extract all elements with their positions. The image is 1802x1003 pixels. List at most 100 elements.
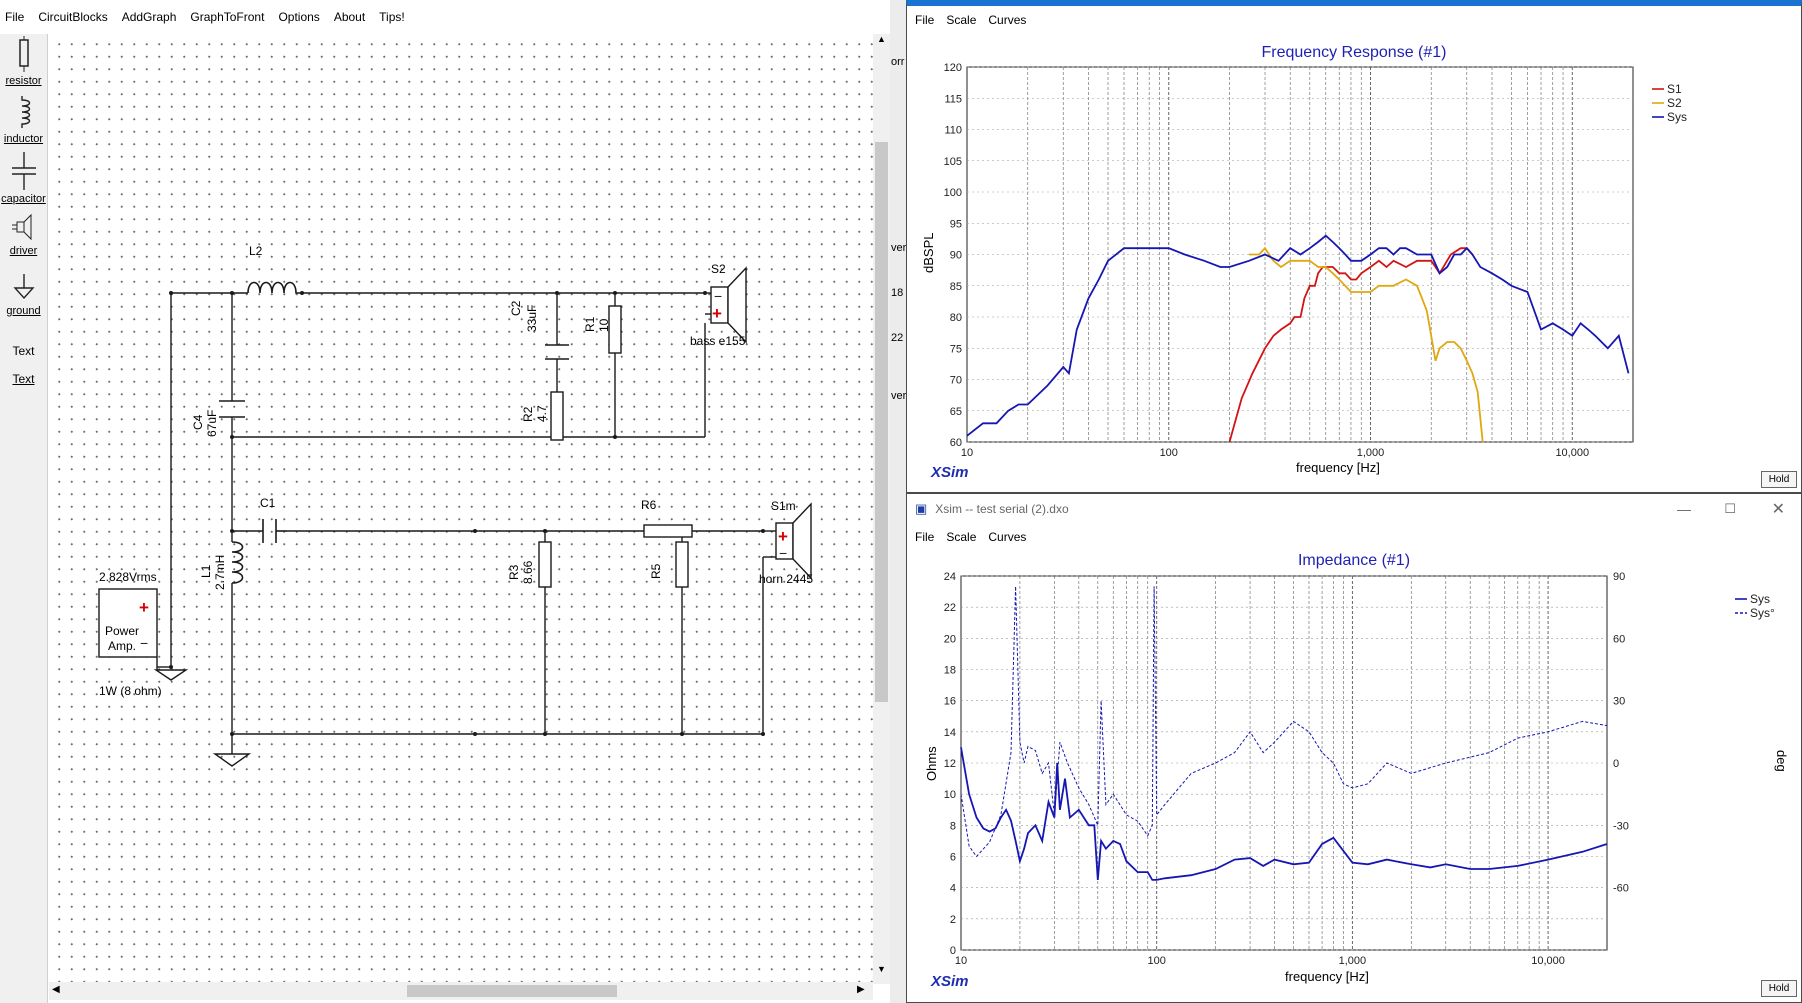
s1m-plus-sign: + bbox=[778, 527, 788, 546]
y-tick-label: 6 bbox=[950, 852, 956, 864]
schematic-wiring: − + + − + − bbox=[98, 266, 812, 767]
label-amp-power: 1W (8 ohm) bbox=[99, 684, 162, 698]
y-tick-label: 80 bbox=[950, 312, 962, 324]
y2-tick-label: 0 bbox=[1613, 758, 1619, 770]
imp-hold-button[interactable]: Hold bbox=[1761, 980, 1797, 997]
menu-addgraph[interactable]: AddGraph bbox=[122, 10, 177, 24]
tool-driver[interactable]: driver bbox=[0, 212, 47, 257]
x-tick-label: 1,000 bbox=[1339, 955, 1367, 967]
y-tick-label: 85 bbox=[950, 281, 962, 293]
resistor-r2[interactable] bbox=[550, 391, 564, 441]
bg-fragment: 22 bbox=[891, 332, 904, 344]
menu-about[interactable]: About bbox=[334, 10, 365, 24]
legend-entry: Sys° bbox=[1750, 606, 1775, 620]
menu-tips[interactable]: Tips! bbox=[379, 10, 405, 24]
ground-icon bbox=[12, 274, 35, 300]
y-tick-label: 120 bbox=[944, 62, 962, 74]
y-tick-label: 24 bbox=[944, 571, 956, 583]
imp-x-axis-label: frequency [Hz] bbox=[1285, 969, 1369, 984]
frequency-response-window[interactable]: File Scale Curves Frequency Response (#1… bbox=[906, 0, 1802, 493]
bg-fragment: ver bbox=[891, 390, 907, 402]
vertical-scroll-thumb[interactable] bbox=[875, 142, 888, 702]
x-tick-label: 10,000 bbox=[1531, 955, 1565, 967]
label-c2: C2 bbox=[509, 300, 523, 316]
s1m-minus-sign: − bbox=[779, 545, 787, 561]
tool-text[interactable]: Text bbox=[0, 344, 47, 358]
bg-fragment: orr bbox=[891, 56, 905, 68]
menu-circuitblocks[interactable]: CircuitBlocks bbox=[38, 10, 107, 24]
y-tick-label: 95 bbox=[950, 218, 962, 230]
label-l2: L2 bbox=[249, 244, 263, 258]
tool-capacitor[interactable]: capacitor bbox=[0, 152, 47, 205]
capacitor-c4[interactable] bbox=[219, 400, 245, 418]
label-amp-volts: 2.828Vrms bbox=[99, 570, 157, 584]
y-tick-label: 14 bbox=[944, 727, 956, 739]
fr-y-axis-label: dBSPL bbox=[921, 232, 936, 273]
scroll-right-arrow-icon[interactable]: ▶ bbox=[857, 984, 865, 995]
menu-graphtofront[interactable]: GraphToFront bbox=[190, 10, 264, 24]
ground-symbol-main[interactable] bbox=[212, 753, 252, 767]
label-c2-value: 33uF bbox=[525, 304, 539, 332]
label-l1-value: 2.7mH bbox=[213, 554, 227, 590]
s2-minus-sign: − bbox=[714, 288, 722, 304]
y2-tick-label: 30 bbox=[1613, 696, 1625, 708]
y-tick-label: 90 bbox=[950, 250, 962, 262]
fr-hold-button[interactable]: Hold bbox=[1761, 471, 1797, 488]
scroll-up-arrow-icon[interactable]: ▲ bbox=[877, 34, 886, 44]
legend-entry: S2 bbox=[1667, 96, 1682, 110]
canvas-vertical-scrollbar[interactable]: ▲ ▼ bbox=[873, 34, 890, 984]
inductor-icon bbox=[20, 96, 30, 128]
y-tick-label: 115 bbox=[944, 93, 962, 105]
tool-text-underlined[interactable]: Text bbox=[0, 372, 47, 386]
inductor-l1[interactable] bbox=[231, 541, 244, 584]
tool-inductor[interactable]: inductor bbox=[0, 94, 47, 145]
amp-plus-sign: + bbox=[139, 598, 149, 617]
y-tick-label: 105 bbox=[944, 156, 962, 168]
y-tick-label: 10 bbox=[944, 789, 956, 801]
horizontal-scroll-thumb[interactable] bbox=[407, 985, 617, 997]
scroll-left-arrow-icon[interactable]: ◀ bbox=[52, 984, 60, 995]
scroll-down-arrow-icon[interactable]: ▼ bbox=[877, 964, 886, 974]
bg-fragment: 18 bbox=[891, 287, 904, 299]
capacitor-c1[interactable] bbox=[262, 519, 287, 543]
s2-plus-sign: + bbox=[712, 304, 722, 323]
y-tick-label: 4 bbox=[950, 883, 956, 895]
schematic-canvas[interactable]: − + + − + − L2 C2 33uF R1 10 R2 4.7 C4 6… bbox=[49, 34, 873, 982]
label-r6: R6 bbox=[641, 498, 657, 512]
amp-minus-sign: − bbox=[140, 635, 148, 651]
frequency-response-chart[interactable]: 10 100 1,000 10,000 60 65 70 75 80 85 90 95 100 105 11… bbox=[907, 6, 1801, 486]
legend-entry: S1 bbox=[1667, 82, 1682, 96]
resistor-r6[interactable] bbox=[643, 524, 693, 538]
capacitor-icon bbox=[11, 152, 36, 190]
resistor-r5[interactable] bbox=[675, 541, 689, 588]
x-tick-label: 1,000 bbox=[1357, 447, 1385, 459]
y-tick-label: 18 bbox=[944, 665, 956, 677]
y-tick-label: 100 bbox=[944, 187, 962, 199]
label-r2-value: 4.7 bbox=[535, 405, 549, 422]
impedance-window[interactable]: ▣ Xsim -- test serial (2).dxo — ☐ ✕ File… bbox=[906, 493, 1802, 1003]
legend-entry: Sys bbox=[1750, 592, 1770, 606]
imp-brand-logo: XSim bbox=[931, 973, 969, 990]
y-tick-label: 110 bbox=[944, 125, 962, 137]
y2-tick-label: 90 bbox=[1613, 571, 1625, 583]
tool-label: resistor bbox=[5, 75, 42, 87]
y-tick-label: 12 bbox=[944, 758, 956, 770]
x-tick-label: 10 bbox=[955, 955, 967, 967]
tool-ground[interactable]: ground bbox=[0, 274, 47, 317]
tool-label: Text bbox=[12, 372, 35, 386]
x-tick-label: 100 bbox=[1148, 955, 1166, 967]
bg-fragment: ver bbox=[891, 242, 907, 254]
tool-resistor[interactable]: resistor bbox=[0, 36, 47, 87]
resistor-r3[interactable] bbox=[538, 541, 552, 588]
inductor-l2[interactable] bbox=[247, 281, 302, 294]
y2-tick-label: 60 bbox=[1613, 633, 1625, 645]
label-r5: R5 bbox=[649, 563, 663, 579]
label-r3: R3 bbox=[507, 564, 521, 580]
menu-file[interactable]: File bbox=[5, 10, 24, 24]
capacitor-c2[interactable] bbox=[545, 344, 569, 360]
menu-options[interactable]: Options bbox=[278, 10, 319, 24]
canvas-horizontal-scrollbar[interactable]: ◀ ▶ bbox=[49, 982, 873, 1000]
label-amp-1: Power bbox=[105, 624, 140, 638]
fr-brand-logo: XSim bbox=[931, 464, 969, 481]
impedance-chart[interactable]: 10 100 1,000 10,000024681012141618202224-60… bbox=[907, 494, 1801, 974]
